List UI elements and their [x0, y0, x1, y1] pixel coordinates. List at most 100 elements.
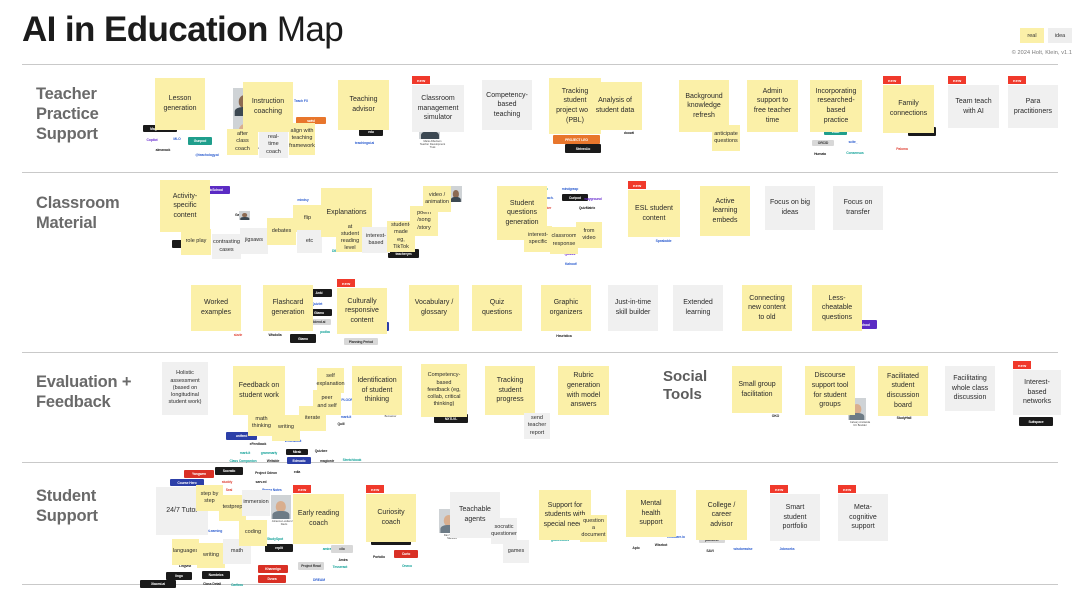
sticky-card[interactable]: writing	[272, 415, 300, 441]
sticky-card[interactable]: Analysis of student data	[588, 82, 642, 130]
sticky-card[interactable]: writing	[197, 543, 225, 568]
sticky-card[interactable]: Lesson generation	[155, 78, 205, 130]
sticky-card[interactable]: send teacher report	[524, 413, 550, 439]
sticky-card[interactable]: question a document	[580, 515, 607, 542]
sticky-card[interactable]: Incorporating researched-based practice	[810, 80, 862, 132]
vendor-logo-chip: magicwtr	[319, 459, 335, 463]
section-label-evaluation-feedback: Evaluation + Feedback	[36, 372, 131, 412]
sticky-card[interactable]: Teaching advisor	[338, 80, 389, 130]
sticky-card[interactable]: anticipate questions	[712, 125, 740, 151]
sticky-card[interactable]: Meta-cognitive support new	[838, 485, 888, 541]
sticky-card[interactable]: debates	[267, 218, 296, 245]
sticky-card[interactable]: Identification of student thinking	[352, 366, 402, 415]
sticky-card[interactable]: games	[503, 540, 529, 563]
sticky-card[interactable]: Holistic assessment (based on longitudin…	[162, 362, 208, 415]
sticky-card[interactable]: Connecting new content to old	[742, 285, 792, 331]
sticky-card[interactable]: Facilitating whole class discussion	[945, 366, 995, 411]
new-badge: new	[337, 279, 356, 287]
sticky-card[interactable]: ESL student content new	[628, 181, 680, 237]
sticky-card[interactable]: peer and self	[313, 390, 341, 415]
sticky-card[interactable]: Feedback on student work	[233, 366, 285, 415]
sticky-card[interactable]: College / career advisor	[696, 490, 747, 540]
sticky-card[interactable]: Vocabulary / glossary	[409, 285, 459, 331]
sticky-card[interactable]: flip	[293, 205, 322, 232]
sticky-card[interactable]: Curiosity coach new	[366, 485, 416, 542]
sticky-card-label: role play	[181, 229, 211, 255]
sticky-card[interactable]: from video	[576, 222, 602, 248]
sticky-card[interactable]: coding	[239, 520, 267, 546]
sticky-card[interactable]: Focus on transfer	[833, 186, 883, 230]
sticky-card[interactable]: contrasting cases	[212, 234, 241, 259]
photo-caption: Marie Albertson Teacher Development Trus…	[419, 140, 446, 150]
sticky-card[interactable]: interest-based	[362, 227, 390, 253]
vendor-logo-chip: mark.it	[239, 451, 251, 455]
sticky-card-label: coding	[239, 520, 267, 546]
sticky-card[interactable]: Quiz questions	[472, 285, 522, 331]
vendor-logo-chip: edia	[293, 470, 301, 474]
sticky-card[interactable]: Focus on big ideas	[765, 186, 815, 230]
vendor-logo-chip: Portolio	[372, 554, 385, 559]
sticky-card-label: writing	[197, 543, 225, 568]
sticky-card-label: Flashcard generation	[263, 285, 313, 331]
sticky-card[interactable]: self explanation	[316, 368, 345, 393]
sticky-card[interactable]: Tracking student progress	[485, 366, 535, 415]
sticky-card[interactable]: Admin support to free teacher time	[747, 80, 798, 132]
sticky-card[interactable]: Interest-based networks new	[1013, 361, 1061, 415]
vendor-logo-chip: SAVI	[706, 548, 714, 553]
sticky-card[interactable]: Para practitioners new	[1008, 76, 1058, 128]
sticky-card[interactable]: Facilitated student discussion board	[878, 366, 928, 416]
sticky-card-label: Team teach with AI	[948, 85, 999, 128]
vendor-logo-chip: Speakable	[655, 239, 672, 243]
sticky-card[interactable]: at student reading level	[336, 224, 364, 252]
photo-body	[272, 511, 290, 519]
sticky-card[interactable]: Just-in-time skill builder	[608, 285, 658, 331]
sticky-card[interactable]: Classroom management simulator new	[412, 76, 464, 132]
section-label-line: Support	[36, 125, 98, 144]
sticky-card[interactable]: immersion	[242, 490, 270, 516]
sticky-card[interactable]: Family connections new	[883, 76, 934, 133]
sticky-card[interactable]: Instruction coaching	[243, 82, 293, 132]
sticky-card[interactable]: after class coach	[227, 129, 258, 155]
vendor-logo-chip: Suitspace	[1019, 417, 1053, 426]
new-badge: new	[1013, 361, 1032, 369]
sticky-card[interactable]: Extended learning	[673, 285, 723, 331]
sticky-card[interactable]: Active learning embeds	[700, 186, 750, 236]
sticky-card[interactable]: real-time coach	[259, 132, 288, 158]
section-label-line: Feedback	[36, 393, 111, 412]
vendor-logo-chip: Planning Period	[344, 338, 378, 345]
sticky-card[interactable]: role play	[181, 229, 211, 255]
sticky-card[interactable]: Less-cheatable questions	[812, 285, 862, 331]
section-divider	[22, 64, 1058, 65]
vendor-logo-chip: Kahoot!	[564, 262, 578, 266]
sticky-card[interactable]: Flashcard generation	[263, 285, 313, 331]
sticky-card-label: languages	[172, 539, 199, 565]
sticky-card[interactable]: Rubric generation with model answers	[558, 366, 609, 415]
sticky-card[interactable]: Small group facilitation	[732, 366, 782, 413]
sticky-card[interactable]: video / animation	[423, 186, 451, 212]
sticky-card[interactable]: Activity-specific content	[160, 180, 210, 232]
sticky-card[interactable]: Competency-based feedback (eg, collab, c…	[421, 364, 467, 417]
sticky-card[interactable]: languages	[172, 539, 199, 565]
sticky-card-label: Discourse support tool for student group…	[805, 366, 855, 415]
sticky-card[interactable]: Competency-based teaching	[482, 80, 532, 130]
vendor-logo-chip: ORCID	[812, 140, 834, 146]
sticky-card-label: Lesson generation	[155, 78, 205, 130]
sticky-card-label: Analysis of student data	[588, 82, 642, 130]
sticky-card[interactable]: classroom response	[550, 227, 578, 254]
sticky-card[interactable]: Early reading coach new	[293, 485, 344, 544]
sticky-card[interactable]: align with teaching framework	[289, 123, 315, 155]
sticky-card[interactable]: Discourse support tool for student group…	[805, 366, 855, 415]
sticky-card[interactable]: Worked examples	[191, 285, 241, 331]
sticky-card-label: Extended learning	[673, 285, 723, 331]
sticky-card[interactable]: Team teach with AI new	[948, 76, 999, 128]
sticky-card[interactable]: interest-specific	[524, 226, 552, 252]
sticky-card[interactable]: Smart student portfolio new	[770, 485, 820, 541]
sticky-card[interactable]: Graphic organizers	[541, 285, 591, 331]
sticky-card[interactable]: Culturally responsive content new	[337, 279, 387, 334]
sticky-card[interactable]: jigsaws	[240, 228, 268, 254]
sticky-card[interactable]: etc	[297, 230, 322, 253]
sticky-card[interactable]: Mental health support	[626, 490, 676, 537]
vendor-logo-chip: almanack	[155, 148, 171, 152]
sticky-card[interactable]: math thinking	[248, 410, 275, 436]
sticky-card-label: etc	[297, 230, 322, 253]
